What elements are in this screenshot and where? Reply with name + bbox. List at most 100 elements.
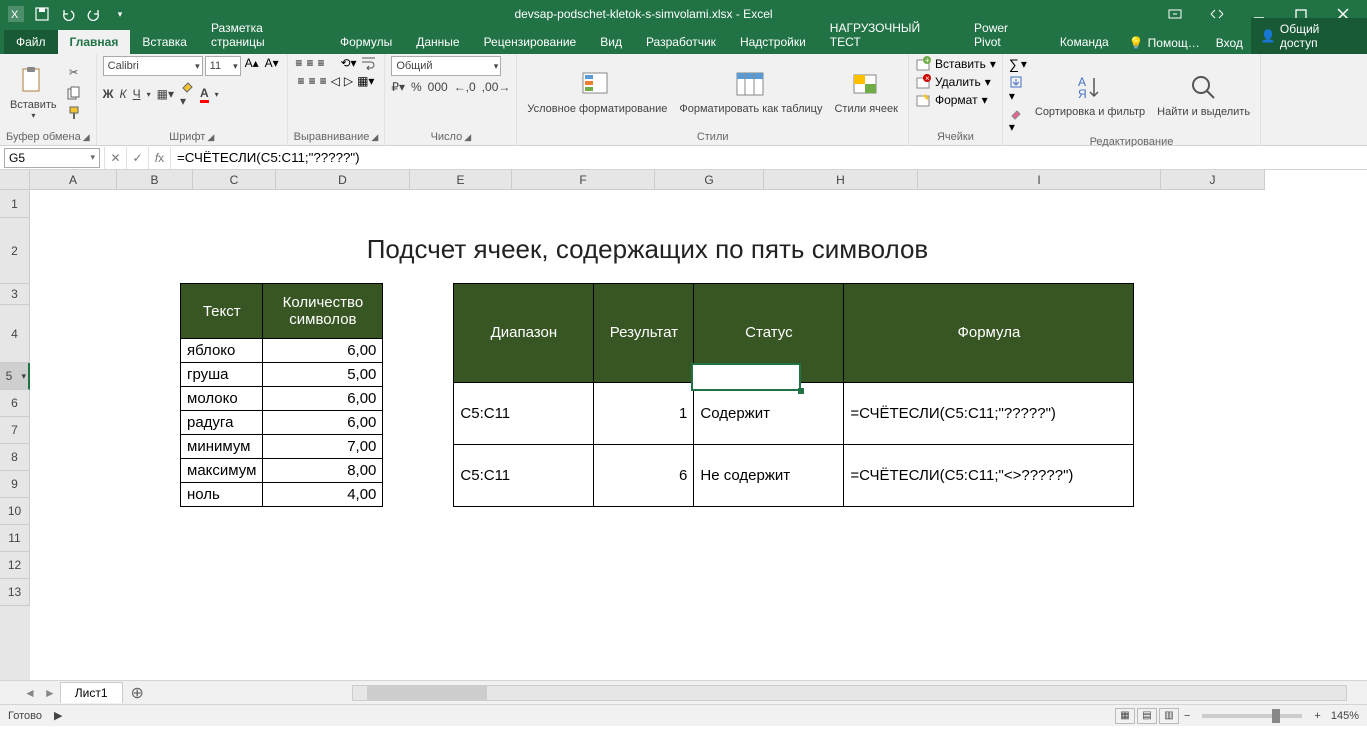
bold-button[interactable]: Ж — [103, 87, 114, 101]
cell[interactable]: =СЧЁТЕСЛИ(C5:C11;"<>?????") — [844, 444, 1134, 506]
column-headers[interactable]: ABCDEFGHIJ — [30, 170, 1265, 190]
align-center-icon[interactable]: ≡ — [309, 74, 316, 88]
cell[interactable]: ноль — [181, 483, 263, 507]
merge-icon[interactable]: ▦▾ — [357, 74, 374, 88]
cell[interactable]: 6,00 — [263, 339, 383, 363]
tab-home[interactable]: Главная — [58, 30, 131, 54]
cell[interactable]: 5,00 — [263, 363, 383, 387]
cell[interactable]: 4,00 — [263, 483, 383, 507]
align-top-icon[interactable]: ≡ — [295, 56, 302, 70]
redo-icon[interactable] — [82, 2, 106, 26]
row-header[interactable]: 12 — [0, 552, 30, 579]
italic-button[interactable]: К — [120, 87, 127, 101]
find-select-button[interactable]: Найти и выделить — [1153, 62, 1254, 128]
zoom-level[interactable]: 145% — [1331, 710, 1359, 722]
fill-button[interactable]: ▾ — [1009, 75, 1027, 103]
sheet-nav-prev-icon[interactable]: ◄ — [20, 686, 40, 700]
cell[interactable]: 6,00 — [263, 411, 383, 435]
format-painter-icon[interactable] — [65, 104, 83, 122]
cell[interactable]: Не содержит — [694, 444, 844, 506]
tab-loadtest[interactable]: НАГРУЗОЧНЫЙ ТЕСТ — [818, 16, 962, 54]
tab-insert[interactable]: Вставка — [130, 30, 199, 54]
tab-developer[interactable]: Разработчик — [634, 30, 728, 54]
column-header[interactable]: H — [764, 170, 918, 190]
autosum-button[interactable]: ∑ ▾ — [1009, 56, 1027, 72]
cell[interactable]: 7,00 — [263, 435, 383, 459]
cell-styles-button[interactable]: Стили ячеек — [830, 60, 901, 126]
column-header[interactable]: B — [117, 170, 193, 190]
table-row[interactable]: груша5,00 — [181, 363, 383, 387]
row-header[interactable]: 6 — [0, 390, 30, 417]
cell[interactable]: C5:C11 — [454, 382, 594, 444]
dialog-launcher-icon[interactable]: ◢ — [371, 132, 378, 143]
column-header[interactable]: J — [1161, 170, 1265, 190]
row-header[interactable]: 5 — [0, 363, 30, 390]
zoom-slider[interactable] — [1202, 714, 1302, 718]
row-header[interactable]: 4 — [0, 305, 30, 363]
wrap-text-icon[interactable] — [361, 56, 377, 70]
align-middle-icon[interactable]: ≡ — [306, 56, 313, 70]
decrease-indent-icon[interactable]: ◁ — [331, 74, 340, 88]
cell[interactable]: Содержит — [694, 382, 844, 444]
font-color-icon[interactable]: А — [200, 86, 209, 103]
undo-icon[interactable] — [56, 2, 80, 26]
fill-color-icon[interactable]: ▾ — [180, 80, 194, 108]
column-header[interactable]: D — [276, 170, 410, 190]
table-row[interactable]: C5:C116Не содержит=СЧЁТЕСЛИ(C5:C11;"<>??… — [454, 444, 1134, 506]
row-header[interactable]: 7 — [0, 417, 30, 444]
table-row[interactable]: яблоко6,00 — [181, 339, 383, 363]
zoom-in-icon[interactable]: + — [1310, 710, 1324, 722]
cell[interactable]: =СЧЁТЕСЛИ(C5:C11;"?????") — [844, 382, 1134, 444]
format-table-button[interactable]: Форматировать как таблицу — [675, 60, 826, 126]
sort-filter-button[interactable]: AЯСортировка и фильтр — [1031, 62, 1149, 128]
insert-cells-button[interactable]: +Вставить ▾ — [915, 56, 996, 72]
row-headers[interactable]: 12345678910111213 — [0, 190, 30, 680]
column-header[interactable]: E — [410, 170, 512, 190]
tab-formulas[interactable]: Формулы — [328, 30, 404, 54]
align-left-icon[interactable]: ≡ — [298, 74, 305, 88]
tab-team[interactable]: Команда — [1048, 30, 1121, 54]
page-layout-view-icon[interactable]: ▤ — [1137, 708, 1157, 724]
dialog-launcher-icon[interactable]: ◢ — [207, 132, 214, 143]
cell[interactable]: молоко — [181, 387, 263, 411]
tell-me[interactable]: 💡Помощ… — [1121, 32, 1208, 54]
tab-layout[interactable]: Разметка страницы — [199, 16, 328, 54]
zoom-out-icon[interactable]: − — [1180, 710, 1194, 722]
name-box[interactable]: G5▾ — [4, 148, 100, 168]
normal-view-icon[interactable]: ▦ — [1115, 708, 1135, 724]
tab-view[interactable]: Вид — [588, 30, 634, 54]
add-sheet-icon[interactable]: ⊕ — [123, 683, 152, 703]
save-icon[interactable] — [30, 2, 54, 26]
row-header[interactable]: 2 — [0, 218, 30, 284]
column-header[interactable]: G — [655, 170, 764, 190]
borders-icon[interactable]: ▦▾ — [157, 87, 174, 101]
row-header[interactable]: 8 — [0, 444, 30, 471]
cell[interactable]: 8,00 — [263, 459, 383, 483]
cell[interactable]: C5:C11 — [454, 444, 594, 506]
row-header[interactable]: 1 — [0, 190, 30, 218]
font-size-select[interactable]: 11 — [205, 56, 241, 76]
ribbon-options-icon[interactable] — [1155, 2, 1195, 26]
tab-review[interactable]: Рецензирование — [472, 30, 589, 54]
cell[interactable]: 6 — [594, 444, 694, 506]
tab-file[interactable]: Файл — [4, 30, 58, 54]
cell[interactable]: радуга — [181, 411, 263, 435]
signin-link[interactable]: Вход — [1208, 32, 1251, 54]
sheet-tab[interactable]: Лист1 — [60, 682, 123, 703]
cut-icon[interactable]: ✂ — [65, 64, 83, 82]
table-row[interactable]: ноль4,00 — [181, 483, 383, 507]
currency-icon[interactable]: ₽▾ — [391, 80, 405, 94]
cell[interactable]: 1 — [594, 382, 694, 444]
font-name-select[interactable]: Calibri — [103, 56, 203, 76]
align-right-icon[interactable]: ≡ — [320, 74, 327, 88]
cell[interactable]: 6,00 — [263, 387, 383, 411]
table-row[interactable]: молоко6,00 — [181, 387, 383, 411]
increase-font-icon[interactable]: A▴ — [243, 56, 261, 76]
dialog-launcher-icon[interactable]: ◢ — [83, 132, 90, 143]
column-header[interactable]: C — [193, 170, 276, 190]
percent-icon[interactable]: % — [411, 80, 422, 94]
dialog-launcher-icon[interactable]: ◢ — [464, 132, 471, 143]
comma-icon[interactable]: 000 — [428, 80, 448, 94]
row-header[interactable]: 13 — [0, 579, 30, 606]
table-row[interactable]: максимум8,00 — [181, 459, 383, 483]
